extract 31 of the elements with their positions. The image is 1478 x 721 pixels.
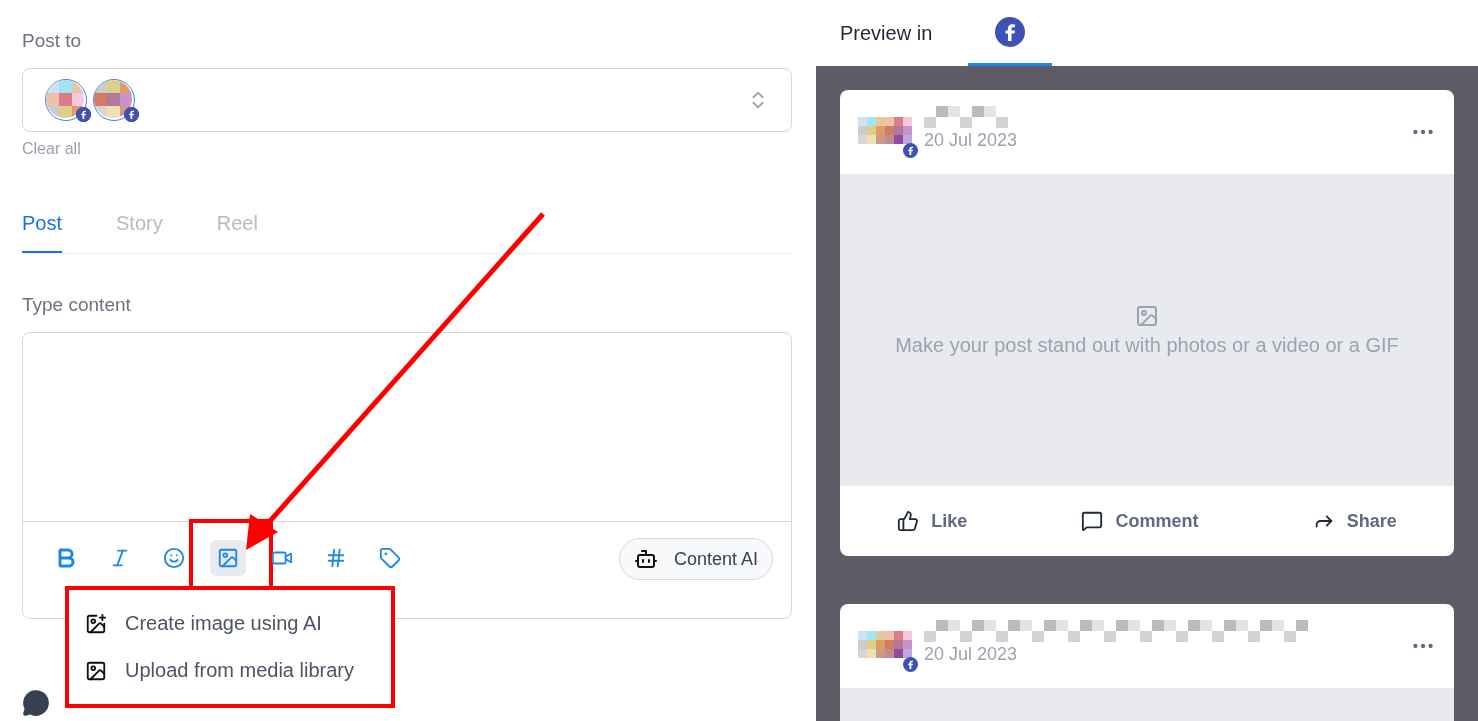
comment-icon: [22, 689, 50, 717]
facebook-icon: [903, 656, 918, 672]
comment-icon: [1081, 510, 1104, 532]
facebook-icon: [995, 16, 1026, 47]
avatar-icon: [94, 80, 132, 118]
preview-label: Preview in: [840, 21, 933, 45]
avatar-icon: [46, 80, 84, 118]
avatar-icon: [858, 630, 912, 658]
field-label: Post to: [22, 30, 83, 52]
field-label: Type content: [22, 294, 132, 316]
post-date: 20 Jul 2023: [924, 129, 1018, 151]
like-button[interactable]: Like: [891, 509, 974, 533]
image-icon: [85, 659, 107, 682]
tab[interactable]: Post: [22, 212, 63, 253]
image-icon: [85, 612, 107, 635]
share-button[interactable]: Share: [1306, 509, 1403, 533]
media-hint: Make your post stand out with photos or a video or a GIF: [895, 333, 1399, 357]
robot-icon: [633, 547, 658, 571]
avatar-icon: [858, 116, 912, 144]
facebook-icon: [124, 107, 139, 122]
image-icon: [1135, 303, 1159, 328]
menu-item[interactable]: Create image using AI: [69, 600, 391, 647]
account-select[interactable]: [22, 68, 792, 132]
like-icon: [897, 510, 920, 532]
image-icon[interactable]: [210, 540, 246, 576]
comment-button[interactable]: Comment: [1075, 509, 1205, 533]
content-ai-button[interactable]: Content AI: [618, 538, 773, 580]
post-date: 20 Jul 2023: [924, 643, 1019, 665]
menu-item[interactable]: Upload from media library: [69, 647, 391, 694]
facebook-icon: [903, 142, 918, 158]
facebook-icon: [76, 107, 91, 122]
